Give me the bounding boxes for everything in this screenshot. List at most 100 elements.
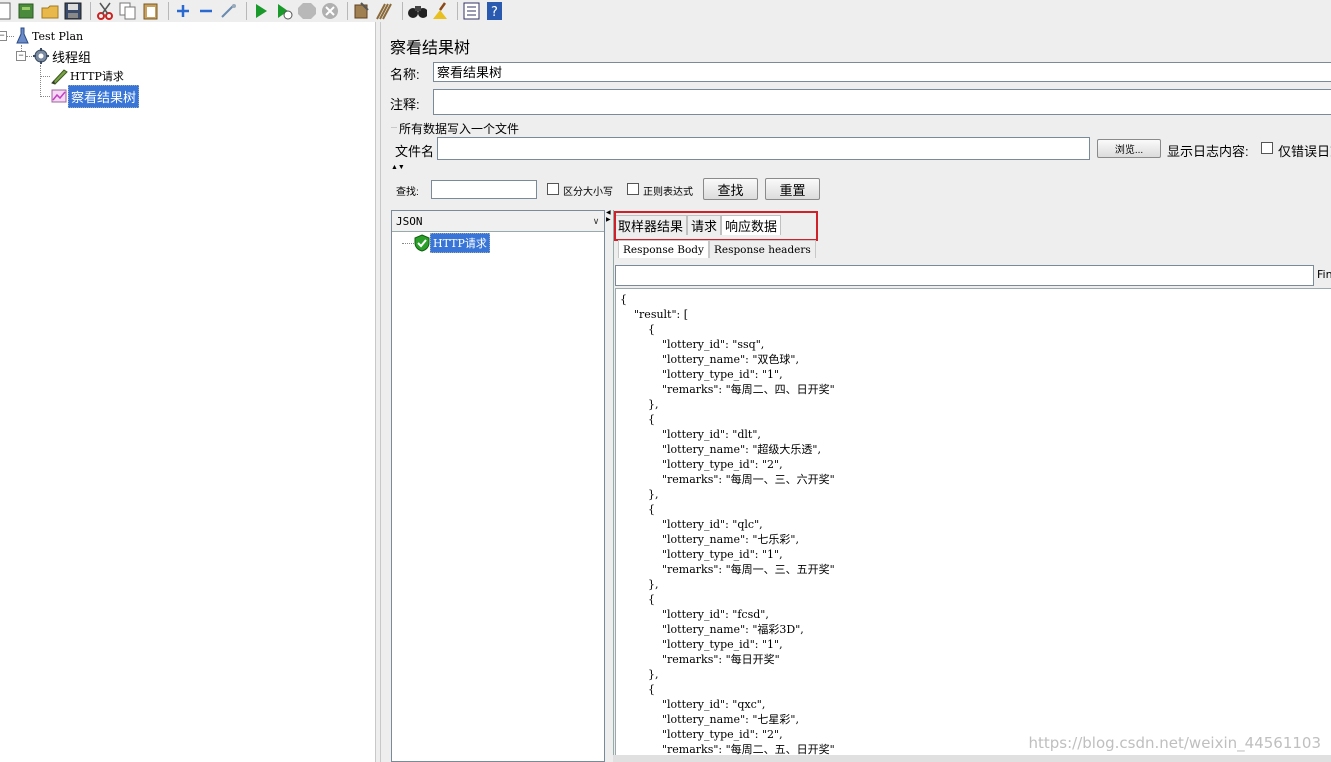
search-icon[interactable] <box>407 1 427 21</box>
filename-label: 文件名 <box>395 144 435 159</box>
view-results-tree-panel: 察看结果树 名称: 察看结果树 注释: 所有数据写入一个文件 文件名 浏览...… <box>381 22 1331 762</box>
help-icon[interactable]: ? <box>485 1 505 21</box>
result-detail-panel: 取样器结果 请求 响应数据 Response Body Response hea… <box>613 210 1331 762</box>
log-label: 显示日志内容: <box>1167 144 1249 159</box>
search-label: 查找: <box>396 187 419 198</box>
new-icon[interactable] <box>0 1 14 21</box>
search-input[interactable] <box>431 180 537 199</box>
paste-icon[interactable] <box>141 1 161 21</box>
case-sensitive-checkbox[interactable] <box>547 183 559 195</box>
main-toolbar: ? <box>0 0 1331 22</box>
response-body-viewer[interactable]: { "result": [ { "lottery_id": "ssq", "lo… <box>615 288 1331 762</box>
tree-connector <box>402 243 414 244</box>
reset-button[interactable]: 重置 <box>765 178 820 200</box>
chevron-down-icon: ∨ <box>592 215 600 226</box>
open-icon[interactable] <box>40 1 60 21</box>
response-body-line: { <box>620 293 627 306</box>
start-icon[interactable] <box>251 1 271 21</box>
page-title: 察看结果树 <box>390 40 471 57</box>
response-body-line: { <box>620 503 655 516</box>
copy-icon[interactable] <box>118 1 138 21</box>
start-no-pause-icon[interactable] <box>274 1 294 21</box>
renderer-select[interactable]: JSON ∨ <box>392 211 604 232</box>
stop-icon[interactable] <box>297 1 317 21</box>
name-field[interactable]: 察看结果树 <box>433 62 1331 82</box>
response-body-line: "lottery_type_id": "2", <box>620 458 783 471</box>
file-group-title: 所有数据写入一个文件 <box>399 122 520 136</box>
response-body-line: }, <box>620 578 659 591</box>
comment-field[interactable] <box>433 89 1331 115</box>
response-body-line: "lottery_id": "fcsd", <box>620 608 769 621</box>
toolbar-separator <box>347 2 348 20</box>
horizontal-scrollbar[interactable] <box>613 755 1331 762</box>
response-body-line: { <box>620 593 655 606</box>
expand-icon[interactable] <box>173 1 193 21</box>
tree-connector <box>40 76 50 77</box>
errors-only-checkbox[interactable] <box>1261 142 1273 154</box>
toolbar-separator <box>168 2 169 20</box>
response-body-line: "remarks": "每日开奖" <box>620 653 780 666</box>
errors-only-label: 仅错误日志 <box>1278 144 1331 159</box>
response-body-line: "lottery_name": "福彩3D", <box>620 623 804 636</box>
collapse-arrows-icon[interactable]: ▲▼ <box>391 164 405 171</box>
regex-label: 正则表达式 <box>643 187 693 198</box>
response-body-line: { <box>620 413 655 426</box>
filename-field[interactable] <box>437 137 1090 160</box>
save-icon[interactable] <box>63 1 83 21</box>
response-body-line: "lottery_type_id": "1", <box>620 548 783 561</box>
response-body-line: "remarks": "每周一、三、五开奖" <box>620 563 835 576</box>
sample-item-http-request[interactable]: HTTP请求 <box>414 233 490 253</box>
shutdown-icon[interactable] <box>320 1 340 21</box>
toolbar-separator <box>90 2 91 20</box>
group-border <box>391 127 397 128</box>
clear-icon[interactable] <box>352 1 372 21</box>
test-plan-tree: − Test Plan − 线程组 HTTP请求 察看结果树 <box>0 22 375 762</box>
response-body-line: "lottery_name": "双色球", <box>620 353 799 366</box>
pencil-icon <box>51 69 68 85</box>
tab-response-body[interactable]: Response Body <box>618 240 709 258</box>
response-find-input[interactable] <box>615 265 1314 286</box>
function-helper-icon[interactable] <box>462 1 482 21</box>
success-shield-icon <box>414 234 430 252</box>
response-body-line: "lottery_id": "ssq", <box>620 338 765 351</box>
tree-item-label: HTTP请求 <box>70 70 124 83</box>
sample-result-tree: JSON ∨ HTTP请求 <box>391 210 605 762</box>
collapse-icon[interactable] <box>196 1 216 21</box>
response-body-line: "lottery_id": "qlc", <box>620 518 763 531</box>
response-body-line: "result": [ <box>620 308 689 321</box>
toggle-icon[interactable] <box>219 1 239 21</box>
name-label: 名称: <box>390 67 420 82</box>
tree-item-thread-group[interactable]: 线程组 <box>32 47 93 66</box>
toolbar-separator <box>246 2 247 20</box>
response-body-line: "lottery_type_id": "1", <box>620 638 783 651</box>
response-body-line: }, <box>620 398 659 411</box>
tree-item-test-plan[interactable]: Test Plan <box>14 27 85 45</box>
templates-icon[interactable] <box>17 1 37 21</box>
tree-connector <box>40 65 41 97</box>
sample-label: HTTP请求 <box>430 233 490 253</box>
response-find-label: Fin <box>1317 268 1331 281</box>
reset-search-icon[interactable] <box>430 1 450 21</box>
browse-button[interactable]: 浏览... <box>1097 139 1161 158</box>
highlight-box <box>614 211 818 241</box>
response-body-line: "remarks": "每周一、三、六开奖" <box>620 473 835 486</box>
response-body-line: "lottery_name": "超级大乐透", <box>620 443 821 456</box>
tree-expander[interactable]: − <box>16 51 26 61</box>
find-button[interactable]: 查找 <box>703 178 758 200</box>
tree-item-label: Test Plan <box>32 29 84 43</box>
cut-icon[interactable] <box>95 1 115 21</box>
response-body-line: "lottery_id": "qxc", <box>620 698 766 711</box>
tab-response-headers[interactable]: Response headers <box>708 240 816 258</box>
tree-item-view-results-tree[interactable]: 察看结果树 <box>50 84 140 108</box>
tree-item-label: 察看结果树 <box>68 84 140 108</box>
response-body-line: "remarks": "每周二、四、日开奖" <box>620 383 835 396</box>
regex-checkbox[interactable] <box>627 183 639 195</box>
results-splitter[interactable]: ◀ ▶ <box>605 210 613 762</box>
tree-item-http-request[interactable]: HTTP请求 <box>50 67 126 85</box>
splitter-arrows-icon: ◀ ▶ <box>606 210 611 223</box>
clear-all-icon[interactable] <box>375 1 395 21</box>
response-body-line: }, <box>620 668 659 681</box>
response-body-line: { <box>620 683 655 696</box>
response-body-line: "lottery_name": "七星彩", <box>620 713 799 726</box>
test-plan-icon <box>16 27 29 44</box>
